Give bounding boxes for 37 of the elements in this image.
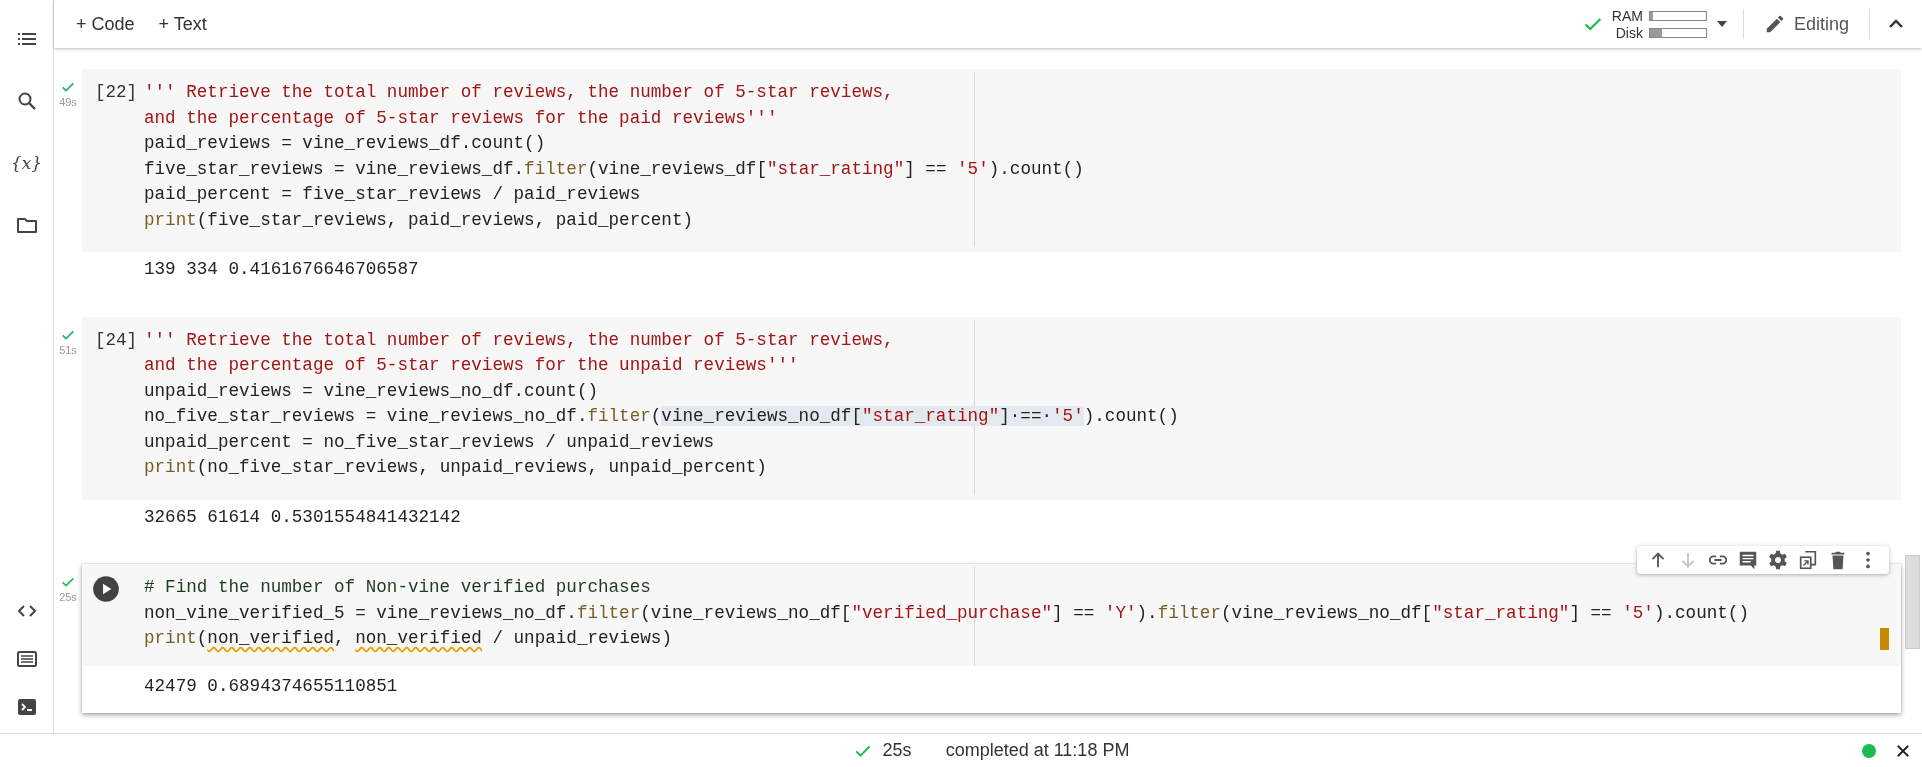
- run-duration: 51s: [59, 343, 77, 356]
- code-line: ''' Retrieve the total number of reviews, the number of 5-star reviews,: [144, 81, 894, 104]
- execution-count: [22]: [94, 81, 138, 104]
- code-line: no_five_star_reviews = vine_reviews_no_df.filter(vine_reviews_no_df["star_rating"]·==·'5').count(): [144, 405, 1179, 428]
- execution-count: [24]: [94, 328, 138, 352]
- code-line: print(no_five_star_reviews, unpaid_reviews, unpaid_percent): [144, 456, 767, 479]
- run-duration: 49s: [59, 96, 77, 108]
- code-line: print(five_star_reviews, paid_reviews, paid_percent): [144, 208, 694, 232]
- code-line: # Find the number of Non-vine verified purchases: [144, 576, 651, 599]
- comment-icon[interactable]: [1737, 549, 1759, 571]
- code-line: ''' Retrieve the total number of reviews, the number of 5-star reviews,: [144, 328, 894, 352]
- code-line: print(non_verified, non_verified / unpaid_reviews): [144, 627, 672, 650]
- run-duration: 25s: [59, 591, 77, 603]
- code-line: and the percentage of 5-star reviews for the unpaid reviews''': [144, 354, 799, 377]
- code-line: unpaid_reviews = vine_reviews_no_df.count(): [144, 379, 598, 403]
- mirror-cell-icon[interactable]: [1797, 549, 1819, 571]
- settings-icon[interactable]: [1767, 549, 1789, 571]
- cell-output: 42479 0.6894374655110851: [82, 665, 1901, 713]
- scrollbar-thumb[interactable]: [1905, 555, 1920, 649]
- editing-button[interactable]: Editing: [1757, 9, 1855, 39]
- status-message: completed at 11:18 PM: [945, 740, 1130, 761]
- code-line: non_vine_verified_5 = vine_reviews_no_df.filter(vine_reviews_no_df["verified_purchase"] == 'Y').filter(vine_reviews_no_df["star_rating"] == '5').count(): [144, 601, 1749, 625]
- add-button[interactable]: + Code: [68, 7, 143, 41]
- variables-icon[interactable]: {x}: [10, 153, 43, 173]
- code-line: five_star_reviews = vine_reviews_df.filter(vine_reviews_df["star_rating"] == '5').count(): [144, 157, 1084, 181]
- cell-output: 32665 61614 0.5301554841432142: [144, 505, 462, 529]
- code-line: and the percentage of 5-star reviews for the paid reviews''': [144, 106, 778, 130]
- run-button[interactable]: [92, 575, 120, 603]
- text-cursor: [1880, 627, 1889, 650]
- code-line: paid_percent = five_star_reviews / paid_reviews: [144, 183, 641, 206]
- cell-output: 139 334 0.4161676646706587: [144, 258, 420, 281]
- code-line: unpaid_percent = no_five_star_reviews / unpaid_reviews: [144, 430, 715, 454]
- add-button[interactable]: + Text: [150, 7, 215, 41]
- code-line: paid_reviews = vine_reviews_df.count(): [144, 132, 546, 155]
- resource-label: RAM: [1611, 7, 1643, 24]
- resource-label: Disk: [1615, 24, 1643, 41]
- run-duration: 25s: [882, 740, 912, 761]
